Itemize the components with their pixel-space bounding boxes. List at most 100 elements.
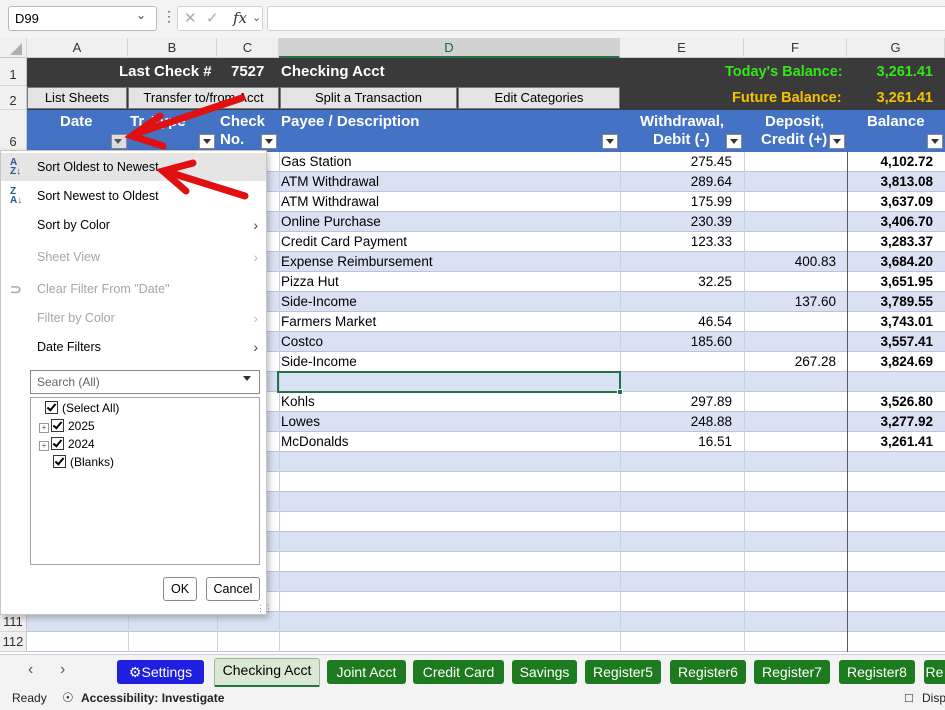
cell-balance[interactable]: 3,651.95 (847, 272, 933, 292)
cell-payee[interactable]: McDonalds (281, 432, 621, 452)
chevron-down-icon[interactable]: ⌄ (252, 11, 261, 24)
cancel-button[interactable]: Cancel (206, 577, 260, 601)
tab-joint-acct[interactable]: Joint Acct (327, 660, 406, 684)
cell-deposit[interactable]: 400.83 (744, 252, 836, 272)
column-header-a[interactable]: A (27, 38, 128, 58)
filter-search-input[interactable]: Search (All) (30, 370, 260, 394)
cell-deposit[interactable] (744, 232, 836, 252)
payee-filter-button[interactable] (602, 134, 618, 149)
row-header-1[interactable]: 1 (0, 58, 27, 86)
formula-input[interactable] (267, 6, 945, 31)
tree-item-blanks[interactable]: (Blanks) (53, 453, 114, 471)
cell-payee[interactable]: Expense Reimbursement (281, 252, 621, 272)
cell-deposit[interactable] (744, 192, 836, 212)
accessibility-status[interactable]: Accessibility: Investigate (81, 687, 224, 709)
more-options-icon[interactable]: ⋮ (162, 8, 176, 25)
cell-payee[interactable]: Side-Income (281, 292, 621, 312)
tab-savings[interactable]: Savings (512, 660, 577, 684)
cell-deposit[interactable] (744, 412, 836, 432)
sort-newest-to-oldest[interactable]: Z A↓ Sort Newest to Oldest (1, 182, 266, 210)
tab-settings[interactable]: ⚙Settings (117, 660, 204, 684)
date-filters[interactable]: Date Filters › (1, 333, 266, 361)
cell-deposit[interactable] (744, 272, 836, 292)
accessibility-icon[interactable]: ☉ (62, 687, 74, 709)
cell-withdrawal[interactable]: 230.39 (620, 212, 732, 232)
cell-payee[interactable]: Farmers Market (281, 312, 621, 332)
cell-deposit[interactable] (744, 372, 836, 392)
column-header-d[interactable]: D (279, 38, 620, 58)
column-header-g[interactable]: G (847, 38, 945, 58)
tab-register6[interactable]: Register6 (670, 660, 746, 684)
check-filter-button[interactable] (261, 134, 277, 149)
split-transaction-button[interactable]: Split a Transaction (280, 87, 457, 109)
ok-button[interactable]: OK (163, 577, 197, 601)
withdrawal-filter-button[interactable] (726, 134, 742, 149)
column-header-c[interactable]: C (217, 38, 279, 58)
cell-withdrawal[interactable] (620, 372, 732, 392)
cell-balance[interactable] (847, 372, 933, 392)
cancel-icon[interactable]: ✕ (184, 9, 197, 27)
cell-withdrawal[interactable]: 16.51 (620, 432, 732, 452)
cell-withdrawal[interactable]: 175.99 (620, 192, 732, 212)
tab-checking-acct[interactable]: Checking Acct (214, 658, 320, 688)
chevron-down-icon[interactable] (243, 376, 251, 381)
cell-withdrawal[interactable]: 248.88 (620, 412, 732, 432)
cell-balance[interactable]: 3,557.41 (847, 332, 933, 352)
chevron-down-icon[interactable]: ⌄ (136, 8, 146, 22)
cell-payee[interactable]: ATM Withdrawal (281, 172, 621, 192)
table-row[interactable] (27, 612, 945, 632)
tree-item-2025[interactable]: +2025 (39, 417, 95, 435)
row-header-6[interactable]: 6 (0, 110, 27, 152)
list-sheets-button[interactable]: List Sheets (27, 87, 127, 109)
cell-payee[interactable]: Lowes (281, 412, 621, 432)
display-settings-icon[interactable]: □ (905, 687, 913, 709)
cell-deposit[interactable] (744, 172, 836, 192)
cell-deposit[interactable]: 137.60 (744, 292, 836, 312)
row-header-2[interactable]: 2 (0, 86, 27, 110)
cell-balance[interactable]: 3,684.20 (847, 252, 933, 272)
cell-withdrawal[interactable]: 123.33 (620, 232, 732, 252)
tab-register5[interactable]: Register5 (585, 660, 661, 684)
cell-balance[interactable]: 3,813.08 (847, 172, 933, 192)
row-header-111[interactable]: 111 (0, 612, 27, 632)
cell-withdrawal[interactable] (620, 352, 732, 372)
insert-function-icon[interactable]: fx (233, 9, 247, 27)
cell-balance[interactable]: 4,102.72 (847, 152, 933, 172)
row-header-112[interactable]: 112 (0, 632, 27, 652)
cell-payee[interactable]: Kohls (281, 392, 621, 412)
edit-categories-button[interactable]: Edit Categories (458, 87, 620, 109)
scroll-right-icon[interactable]: › (60, 661, 65, 679)
enter-icon[interactable]: ✓ (206, 9, 219, 27)
cell-balance[interactable]: 3,789.55 (847, 292, 933, 312)
tab-register9[interactable]: Re (924, 660, 945, 684)
cell-balance[interactable]: 3,743.01 (847, 312, 933, 332)
cell-balance[interactable]: 3,261.41 (847, 432, 933, 452)
name-box[interactable]: D99 (8, 6, 157, 31)
cell-balance[interactable]: 3,824.69 (847, 352, 933, 372)
cell-balance[interactable]: 3,637.09 (847, 192, 933, 212)
scroll-left-icon[interactable]: ‹ (28, 661, 33, 679)
tab-register7[interactable]: Register7 (754, 660, 830, 684)
active-cell[interactable] (277, 371, 621, 393)
cell-deposit[interactable] (744, 152, 836, 172)
cell-withdrawal[interactable]: 32.25 (620, 272, 732, 292)
cell-balance[interactable]: 3,283.37 (847, 232, 933, 252)
table-row[interactable] (27, 632, 945, 652)
type-filter-button[interactable] (199, 134, 215, 149)
sort-by-color[interactable]: Sort by Color › (1, 211, 266, 239)
balance-filter-button[interactable] (927, 134, 943, 149)
cell-payee[interactable]: Pizza Hut (281, 272, 621, 292)
cell-payee[interactable]: Gas Station (281, 152, 621, 172)
tab-credit-card[interactable]: Credit Card (413, 660, 504, 684)
cell-payee[interactable]: ATM Withdrawal (281, 192, 621, 212)
column-header-e[interactable]: E (620, 38, 744, 58)
date-filter-button[interactable] (111, 134, 127, 149)
cell-withdrawal[interactable]: 275.45 (620, 152, 732, 172)
cell-withdrawal[interactable] (620, 252, 732, 272)
tree-item-2024[interactable]: +2024 (39, 435, 95, 453)
tree-item-select-all[interactable]: (Select All) (45, 399, 119, 417)
tab-register8[interactable]: Register8 (839, 660, 915, 684)
resize-grip-icon[interactable]: ⋮⋮ (256, 603, 273, 614)
cell-balance[interactable]: 3,406.70 (847, 212, 933, 232)
cell-deposit[interactable] (744, 432, 836, 452)
